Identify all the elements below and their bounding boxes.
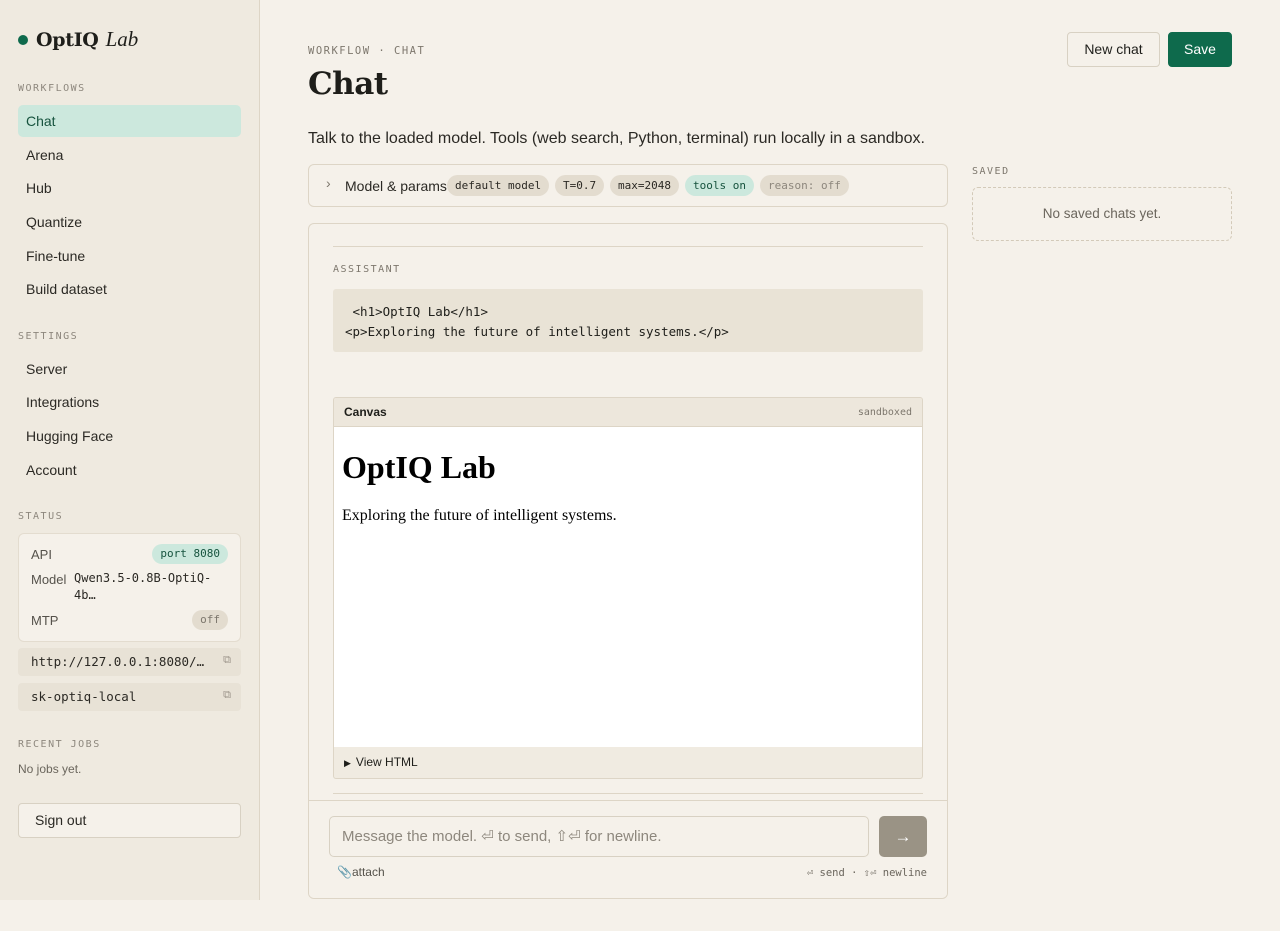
assistant-code-block: <h1>OptIQ Lab</h1> <p>Exploring the futu… — [333, 289, 923, 352]
page-title: Chat — [308, 66, 388, 102]
send-button[interactable]: → — [879, 816, 927, 857]
triangle-right-icon: ▶ — [344, 758, 351, 768]
sandboxed-badge: sandboxed — [857, 407, 912, 418]
brand-logo[interactable]: OptIQ Lab — [18, 27, 138, 52]
sidebar-item-fine-tune[interactable]: Fine-tune — [18, 240, 241, 272]
saved-section-label: SAVED — [972, 166, 1010, 177]
model-status-value: Qwen3.5-0.8B-OptiQ-4b… — [74, 571, 212, 602]
sidebar-item-account[interactable]: Account — [18, 454, 241, 486]
attach-button[interactable]: 📎attach — [337, 865, 385, 879]
sidebar-item-integrations[interactable]: Integrations — [18, 386, 241, 418]
canvas-heading: OptIQ Lab — [342, 449, 496, 485]
canvas-title: Canvas — [344, 405, 387, 419]
sidebar-item-server[interactable]: Server — [18, 353, 241, 385]
code-line: <p>Exploring the future of intelligent s… — [345, 324, 729, 339]
param-tag-tools: tools on — [685, 175, 754, 196]
message-divider — [333, 246, 923, 247]
attach-label: attach — [351, 865, 385, 879]
model-params-label: Model & params — [345, 178, 447, 194]
status-card: API port 8080 Model Qwen3.5-0.8B-OptiQ-4… — [18, 533, 241, 642]
param-tag-model: default model — [447, 175, 550, 196]
breadcrumb: WORKFLOW · CHAT — [308, 45, 426, 57]
model-status-label: Model — [31, 572, 67, 587]
sign-out-button[interactable]: Sign out — [18, 803, 241, 838]
param-tag-temperature: T=0.7 — [555, 175, 605, 196]
sidebar-item-arena[interactable]: Arena — [18, 139, 241, 171]
sidebar-item-hugging-face[interactable]: Hugging Face — [18, 420, 241, 452]
saved-chats-empty: No saved chats yet. — [972, 187, 1232, 241]
copy-endpoint-icon[interactable]: ⧉ — [223, 654, 231, 667]
api-status-label: API — [31, 547, 52, 562]
message-divider — [333, 793, 923, 794]
sidebar-item-build-dataset[interactable]: Build dataset — [18, 273, 241, 305]
status-section-label: STATUS — [18, 511, 64, 522]
brand-suffix: Lab — [105, 27, 139, 51]
mtp-status-badge: off — [192, 610, 228, 630]
brand-dot-icon — [18, 34, 28, 45]
canvas-header: Canvas sandboxed — [334, 398, 922, 427]
code-line: <h1>OptIQ Lab</h1> — [345, 304, 488, 319]
paperclip-icon: 📎 — [337, 865, 352, 879]
api-key-row: sk-optiq-local ⧉ — [18, 683, 241, 711]
chat-panel: ASSISTANT <h1>OptIQ Lab</h1> <p>Explorin… — [308, 223, 948, 899]
canvas-paragraph: Exploring the future of intelligent syst… — [342, 507, 617, 524]
param-tag-reason: reason: off — [760, 175, 849, 196]
mtp-status-label: MTP — [31, 613, 59, 628]
canvas-preview: Canvas sandboxed OptIQ Lab Exploring the… — [333, 397, 923, 779]
recent-jobs-section-label: RECENT JOBS — [18, 739, 101, 750]
composer: → 📎attach ⏎ send · ⇧⏎ newline — [309, 800, 947, 898]
canvas-frame: OptIQ Lab Exploring the future of intell… — [334, 427, 922, 747]
sidebar-item-quantize[interactable]: Quantize — [18, 206, 241, 238]
chevron-right-icon: › — [326, 175, 331, 191]
model-params-toggle[interactable]: › Model & params default model T=0.7 max… — [308, 164, 948, 207]
sidebar-item-chat[interactable]: Chat — [18, 105, 241, 137]
message-input[interactable] — [329, 816, 869, 857]
view-html-toggle[interactable]: ▶ View HTML — [344, 755, 418, 769]
new-chat-button[interactable]: New chat — [1067, 32, 1160, 67]
save-button[interactable]: Save — [1168, 32, 1232, 67]
api-port-badge: port 8080 — [152, 544, 228, 564]
api-key: sk-optiq-local — [31, 689, 137, 704]
settings-section-label: SETTINGS — [18, 331, 79, 342]
view-html-label: View HTML — [355, 755, 418, 769]
copy-api-key-icon[interactable]: ⧉ — [223, 689, 231, 702]
brand-name: OptIQ — [36, 28, 99, 51]
recent-jobs-empty: No jobs yet. — [18, 762, 82, 776]
sidebar-item-hub[interactable]: Hub — [18, 172, 241, 204]
endpoint-url: http://127.0.0.1:8080/… — [31, 654, 205, 669]
endpoint-url-row: http://127.0.0.1:8080/… ⧉ — [18, 648, 241, 676]
keyboard-hint: ⏎ send · ⇧⏎ newline — [806, 867, 927, 879]
param-tag-max-tokens: max=2048 — [610, 175, 679, 196]
page-description: Talk to the loaded model. Tools (web sea… — [308, 130, 925, 147]
workflows-section-label: WORKFLOWS — [18, 83, 86, 94]
message-role: ASSISTANT — [333, 264, 401, 275]
sidebar: OptIQ Lab WORKFLOWS Chat Arena Hub Quant… — [0, 0, 260, 900]
